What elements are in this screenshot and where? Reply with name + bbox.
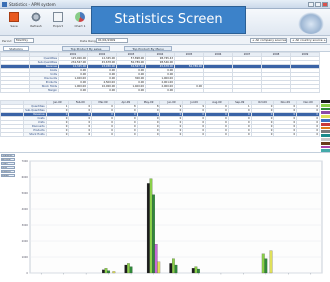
plot-area	[29, 160, 323, 274]
chart-bar	[174, 264, 178, 274]
chart-bar	[169, 263, 173, 274]
tool-chart-1[interactable]: Chart 1	[70, 12, 90, 34]
tab-top-product-sales[interactable]: Top Product By sales	[62, 46, 110, 51]
chart-bar	[107, 270, 111, 274]
tool-label: Save	[10, 24, 18, 28]
table-cell	[174, 88, 204, 93]
date-select[interactable]: 01/01/2009	[96, 38, 128, 43]
minimize-button[interactable]	[308, 2, 314, 7]
table-cell: 0	[273, 132, 298, 137]
y-tick-label: 4000	[22, 207, 29, 211]
chart-bar	[129, 266, 133, 274]
table-cell: 0	[91, 132, 115, 137]
tool-refresh[interactable]: Refresh	[26, 12, 46, 34]
table-cell: 0	[68, 132, 93, 137]
table-cell: 0	[113, 132, 138, 137]
y-tick-label: 5000	[22, 191, 29, 195]
y-tick-label: 3000	[22, 223, 29, 227]
row-label: Margin	[29, 88, 59, 93]
y-tick-label: 6000	[22, 175, 29, 179]
y-tick-label: 1000	[22, 255, 29, 259]
chart-bar	[264, 258, 268, 274]
y-tick-label: 7000	[22, 159, 29, 163]
table-cell: 0	[205, 132, 229, 137]
tab-statistics[interactable]: Statistics	[3, 46, 29, 51]
table-row[interactable]: Stock Holds 0 0 0 0 0 0 0 0 0 0 0 0	[0, 132, 320, 137]
chart-bar	[149, 178, 153, 274]
chart-bar	[191, 268, 195, 274]
chart-bar	[152, 194, 155, 274]
tool-label: Refresh	[30, 24, 42, 28]
row-label: Stock Holds	[22, 132, 47, 137]
chart-bar	[127, 263, 130, 274]
monthly-table: Jan-09 Feb-09 Mar-09 Apr-09 May-09 Jun-09 Jul-…	[0, 100, 320, 137]
chart-bar	[197, 268, 200, 274]
chart-bar	[261, 253, 265, 274]
table-cell	[232, 88, 262, 93]
date-label: Date Range	[80, 39, 98, 43]
tool-label: Chart 1	[74, 24, 86, 28]
chart-bar	[157, 261, 161, 274]
table-cell	[290, 88, 320, 93]
y-tick-label: 2000	[22, 239, 29, 243]
period-select[interactable]: Monthly	[14, 38, 34, 43]
screen-title-overlay: Statistics Screen	[91, 6, 246, 34]
yearly-table: 2001 2002 2003 2004 2005 2006 2007 2008 2009 Quan…	[0, 52, 320, 93]
table-cell	[261, 88, 291, 93]
chart-bar	[194, 266, 198, 274]
tool-label: Export	[53, 24, 63, 28]
chart-bar	[124, 264, 128, 274]
table-cell	[0, 88, 30, 93]
company-source-select[interactable]: + All company sources +	[250, 38, 287, 43]
tool-save[interactable]: Save	[4, 12, 24, 34]
bar-chart: 7000 6000 5000 4000 3000 2000 1000 0	[22, 159, 323, 275]
window-title: Statistics - APM system	[9, 2, 56, 7]
maximize-button[interactable]	[315, 2, 321, 7]
chart-bar	[154, 244, 158, 274]
brand-logo	[298, 12, 324, 34]
table-cell: 0.00	[87, 88, 117, 93]
chart-panel: Quantities Revenue Costs Units Products Margi…	[0, 152, 330, 282]
country-source-select[interactable]: + All country source +	[290, 38, 327, 43]
table-cell	[203, 88, 233, 93]
pie-chart-icon	[75, 12, 85, 22]
table-cell: 0.00	[145, 88, 175, 93]
table-cell: 0.00	[116, 88, 146, 93]
chart-bar	[146, 183, 150, 274]
chart-bar	[104, 268, 108, 274]
gear-icon	[31, 12, 41, 22]
close-button[interactable]	[322, 2, 328, 7]
document-icon	[53, 12, 63, 22]
app-icon	[2, 2, 7, 7]
tab-top-product-menu[interactable]: Top Product By Menu	[124, 46, 172, 51]
chart-bar	[172, 258, 175, 274]
statistics-grid: 2001 2002 2003 2004 2005 2006 2007 2008 2009 Quan…	[0, 52, 330, 154]
tab-bar: Statistics Top Product By sales Top Prod…	[0, 45, 330, 52]
y-tick-label: 0	[26, 271, 28, 275]
save-icon	[9, 12, 19, 22]
table-cell: 0.00	[58, 88, 88, 93]
row-label: Sub-Quantities	[22, 108, 47, 113]
table-cell	[0, 132, 24, 137]
table-row[interactable]: Margin 0.00 0.00 0.00 0.00	[0, 88, 320, 93]
filter-bar: Period Monthly Date Range 01/01/2009 + A…	[0, 36, 330, 45]
table-cell: 0	[136, 132, 161, 137]
table-cell: 0	[159, 132, 184, 137]
series-color-strip	[321, 100, 330, 154]
table-cell: 0	[227, 132, 252, 137]
table-cell: 0	[250, 132, 275, 137]
table-cell: 0	[45, 132, 70, 137]
table-cell: 0	[296, 132, 320, 137]
chart-bar	[102, 269, 105, 274]
chart-bar	[269, 250, 273, 274]
table-cell: 0	[182, 132, 207, 137]
tool-export[interactable]: Export	[48, 12, 68, 34]
period-label: Period	[2, 39, 12, 43]
chart-bar	[112, 271, 116, 274]
